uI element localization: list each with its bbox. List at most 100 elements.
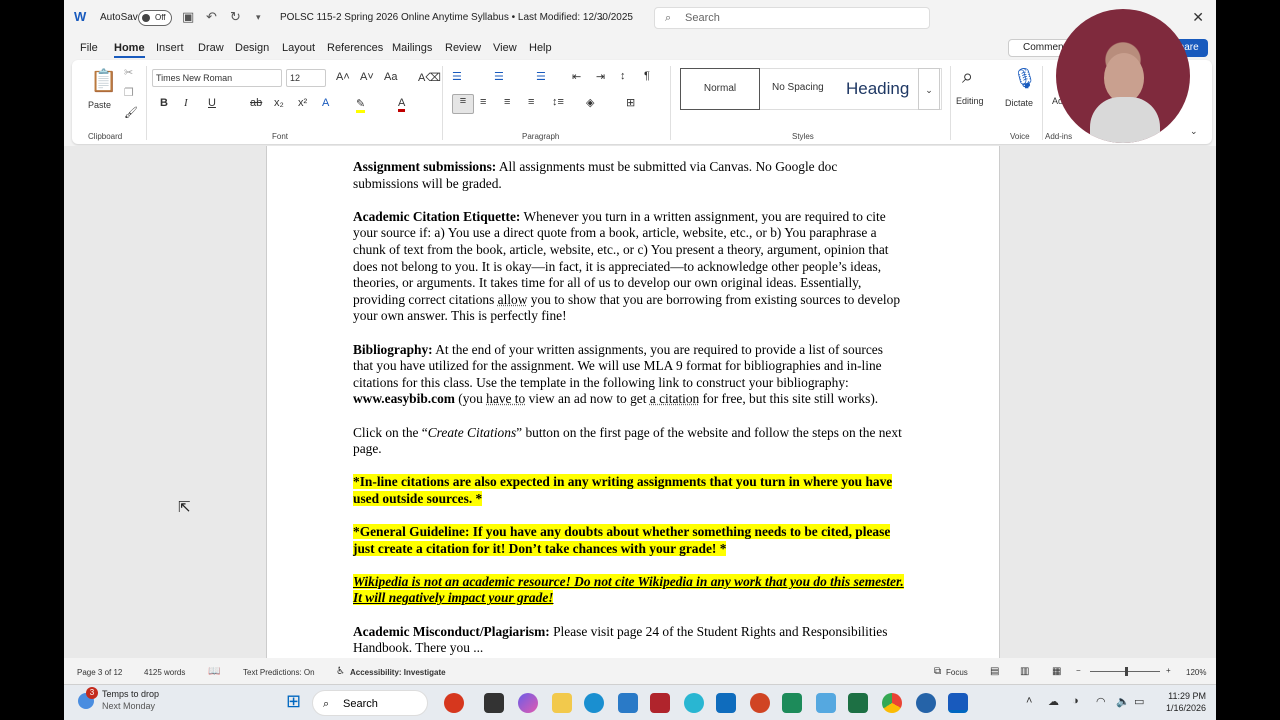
format-painter-icon[interactable]: 🖌 — [124, 106, 138, 119]
cut-icon[interactable]: ✂ — [124, 66, 133, 79]
style-no-spacing[interactable]: No Spacing — [772, 82, 824, 93]
app-icon[interactable] — [816, 693, 836, 713]
clear-formatting-icon[interactable]: A⌫ — [418, 71, 441, 84]
accessibility-status[interactable]: Accessibility: Investigate — [350, 668, 446, 677]
save-icon[interactable]: ▣ — [182, 9, 194, 25]
app-icon[interactable] — [750, 693, 770, 713]
tab-view[interactable]: View — [493, 42, 517, 54]
edge-icon[interactable] — [584, 693, 604, 713]
word-taskbar-icon[interactable] — [948, 693, 968, 713]
page-count[interactable]: Page 3 of 12 — [77, 668, 122, 677]
shrink-font-icon[interactable]: A˅ — [360, 71, 374, 83]
app-icon[interactable] — [684, 693, 704, 713]
font-color-icon[interactable]: A — [398, 97, 406, 112]
tab-draw[interactable]: Draw — [198, 42, 224, 54]
redo-icon[interactable]: ↻ — [230, 9, 241, 25]
tab-layout[interactable]: Layout — [282, 42, 315, 54]
focus-button[interactable]: Focus — [946, 668, 968, 677]
file-explorer-icon[interactable] — [552, 693, 572, 713]
tab-design[interactable]: Design — [235, 42, 269, 54]
text-effects-icon[interactable]: A — [322, 97, 329, 109]
style-heading[interactable]: Heading — [846, 79, 909, 99]
wifi-icon[interactable]: ◠ — [1096, 695, 1106, 708]
tab-mailings[interactable]: Mailings — [392, 42, 432, 54]
copilot-icon[interactable] — [518, 693, 538, 713]
zoom-level[interactable]: 120% — [1186, 668, 1206, 677]
autosave-toggle[interactable]: Off — [138, 10, 172, 26]
tray-overflow-icon[interactable]: ˄ — [1026, 695, 1032, 707]
align-left-icon[interactable]: ≡ — [452, 94, 474, 114]
strikethrough-icon[interactable]: ab — [250, 97, 262, 109]
customize-qat-icon[interactable]: ▾ — [256, 12, 261, 23]
taskbar-search[interactable]: ⌕ Search — [312, 690, 428, 716]
line-spacing-icon[interactable]: ↕≡ — [552, 96, 564, 108]
zoom-in-icon[interactable]: + — [1166, 666, 1171, 675]
align-center-icon[interactable]: ≡ — [480, 96, 486, 108]
document-title[interactable]: POLSC 115-2 Spring 2026 Online Anytime S… — [280, 12, 633, 23]
tab-file[interactable]: File — [80, 42, 98, 54]
grammar-flag-allow[interactable]: allow — [498, 292, 528, 307]
title-chevron-icon[interactable]: ⌄ — [598, 12, 606, 23]
change-case-icon[interactable]: Aa — [384, 71, 397, 83]
grow-font-icon[interactable]: A˄ — [336, 71, 350, 83]
zoom-slider-thumb[interactable] — [1125, 667, 1128, 676]
text-predictions[interactable]: Text Predictions: On — [243, 668, 315, 677]
task-view-icon[interactable] — [484, 693, 504, 713]
close-icon[interactable]: ✕ — [1192, 9, 1204, 26]
superscript-icon[interactable]: x² — [298, 97, 307, 109]
grammar-flag-have-to[interactable]: have to — [486, 391, 525, 406]
style-normal[interactable]: Normal — [680, 68, 760, 110]
excel-icon[interactable] — [848, 693, 868, 713]
volume-icon[interactable]: 🔈 — [1116, 695, 1130, 708]
tab-review[interactable]: Review — [445, 42, 481, 54]
print-layout-icon[interactable]: ▥ — [1020, 666, 1029, 677]
document-page[interactable]: Assignment submissions: All assignments … — [266, 146, 1000, 658]
bullets-icon[interactable]: ☰ — [452, 70, 462, 83]
copy-icon[interactable]: ❐ — [124, 86, 134, 99]
numbering-icon[interactable]: ☰ — [494, 70, 504, 83]
shading-icon[interactable]: ◈ — [586, 96, 594, 109]
undo-icon[interactable]: ↶ — [206, 9, 217, 25]
app-icon[interactable] — [916, 693, 936, 713]
editing-label[interactable]: Editing — [956, 96, 984, 106]
clock[interactable]: 11:29 PM 1/16/2026 — [1166, 690, 1206, 714]
word-count[interactable]: 4125 words — [144, 668, 185, 677]
grammar-flag-a-citation[interactable]: a citation — [650, 391, 699, 406]
show-marks-icon[interactable]: ¶ — [644, 70, 650, 82]
tab-references[interactable]: References — [327, 42, 383, 54]
subscript-icon[interactable]: x₂ — [274, 97, 284, 109]
zoom-out-icon[interactable]: − — [1076, 666, 1081, 675]
tab-home[interactable]: Home — [114, 42, 145, 58]
onedrive-icon[interactable]: ☁ — [1048, 695, 1059, 708]
paste-icon[interactable]: 📋 — [90, 68, 117, 94]
mcafee-icon[interactable] — [650, 693, 670, 713]
battery-icon[interactable]: ▭ — [1134, 695, 1144, 708]
font-name-select[interactable]: Times New Roman — [152, 69, 282, 87]
proofing-icon[interactable]: 📖 — [208, 666, 220, 677]
sort-icon[interactable]: ↕ — [620, 70, 626, 82]
document-body[interactable]: Assignment submissions: All assignments … — [353, 159, 905, 658]
tab-insert[interactable]: Insert — [156, 42, 184, 54]
increase-indent-icon[interactable]: ⇥ — [596, 70, 605, 83]
paste-label[interactable]: Paste — [88, 100, 111, 110]
dictate-label[interactable]: Dictate — [1005, 98, 1033, 108]
search-box[interactable]: ⌕ Search — [654, 7, 930, 29]
app-tray-icon[interactable]: ◑ — [1072, 695, 1079, 707]
taskbar-app-icon[interactable] — [444, 693, 464, 713]
italic-icon[interactable]: I — [184, 97, 188, 109]
tab-help[interactable]: Help — [529, 42, 552, 54]
borders-icon[interactable]: ⊞ — [626, 96, 635, 109]
collapse-ribbon-icon[interactable]: ⌄ — [1190, 126, 1198, 137]
easybib-link[interactable]: www.easybib.com — [353, 391, 455, 406]
microphone-icon[interactable]: 🎙 — [1012, 66, 1037, 91]
web-layout-icon[interactable]: ▦ — [1052, 666, 1061, 677]
read-mode-icon[interactable]: ▤ — [990, 666, 999, 677]
styles-more-icon[interactable]: ⌄ — [918, 68, 940, 110]
decrease-indent-icon[interactable]: ⇤ — [572, 70, 581, 83]
highlight-icon[interactable]: ✎ — [356, 97, 366, 113]
justify-icon[interactable]: ≡ — [528, 96, 534, 108]
find-icon[interactable]: ⌕ — [962, 66, 973, 89]
font-size-select[interactable]: 12 — [286, 69, 326, 87]
publisher-icon[interactable] — [782, 693, 802, 713]
align-right-icon[interactable]: ≡ — [504, 96, 510, 108]
